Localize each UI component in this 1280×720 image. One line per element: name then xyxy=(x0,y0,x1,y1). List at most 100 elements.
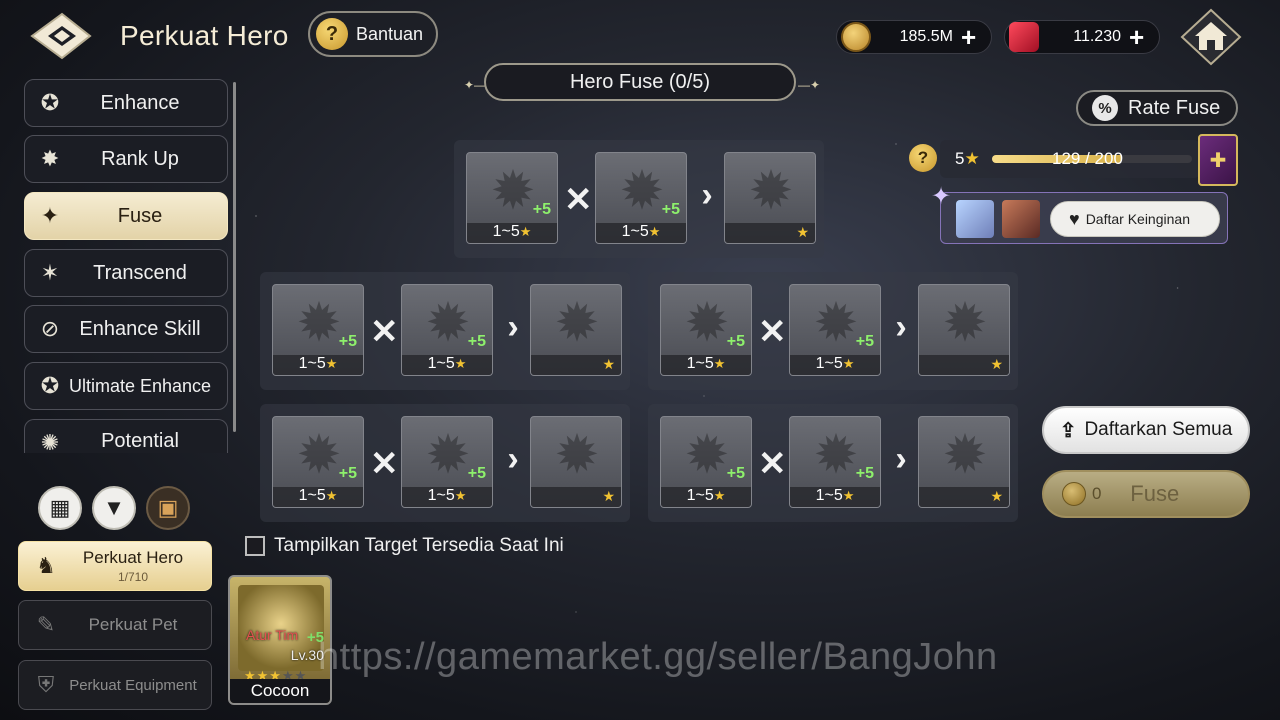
arrow-right-icon: › xyxy=(895,308,907,346)
add-gold-button[interactable]: + xyxy=(961,24,985,50)
empty-slot-emblem-icon: ✹ xyxy=(942,293,988,353)
fuse-result-slot[interactable]: ✹ ★ xyxy=(530,284,622,376)
tab-enhance-skill[interactable]: ⊘ Enhance Skill xyxy=(24,305,228,353)
slot-level: 1~5★ xyxy=(467,223,557,241)
add-gem-button[interactable]: + xyxy=(1129,24,1153,50)
sidebar-scrollbar[interactable] xyxy=(233,82,236,432)
category-perkuat-hero[interactable]: ♞ Perkuat Hero 1/710 xyxy=(18,541,212,591)
selection-help-icon[interactable]: ? xyxy=(909,144,937,172)
fuse-result-slot[interactable]: ✹ ★ xyxy=(918,284,1010,376)
slot-level-text: 1~5 xyxy=(621,223,649,240)
fuse-material-slot[interactable]: ✹ +5 1~5★ xyxy=(466,152,558,244)
hero-count: 1/710 xyxy=(117,570,149,584)
rate-fuse-button[interactable]: % Rate Fuse xyxy=(1076,90,1238,126)
category-label: Perkuat Hero xyxy=(82,548,184,567)
show-available-label: Tampilkan Target Tersedia Saat Ini xyxy=(274,535,564,556)
tab-label: Fuse xyxy=(117,204,163,227)
grid-icon: ▦ xyxy=(49,495,71,520)
slot-level-text: 1~5 xyxy=(427,355,455,372)
home-icon[interactable] xyxy=(1180,8,1242,66)
slot-level-text: 1~5 xyxy=(427,487,455,504)
slot-level: 1~5★ xyxy=(596,223,686,241)
category-perkuat-pet[interactable]: ✎ Perkuat Pet xyxy=(18,600,212,650)
fuse-group: ✹ +5 1~5★ ✕ ✹ +5 1~5★ › ✹ ★ xyxy=(648,272,1018,390)
tab-enhance[interactable]: ✪ Enhance xyxy=(24,79,228,127)
transcend-icon: ✶ xyxy=(40,260,60,285)
fuse-material-slot[interactable]: ✹ +5 1~5★ xyxy=(272,416,364,508)
fuse-group: ✹ +5 1~5★ ✕ ✹ +5 1~5★ › ✹ ★ xyxy=(648,404,1018,522)
register-all-button[interactable]: ⇪ Daftarkan Semua xyxy=(1042,406,1250,454)
category-label: Perkuat Equipment xyxy=(69,676,197,694)
multiply-icon: ✕ xyxy=(758,313,787,351)
slot-level: 1~5★ xyxy=(273,355,363,373)
fuse-material-slot[interactable]: ✹ +5 1~5★ xyxy=(789,284,881,376)
pet-icon: ✎ xyxy=(36,612,56,637)
star-icon: ★ xyxy=(602,356,615,372)
empty-slot-emblem-icon: ✹ xyxy=(942,425,988,485)
slot-plus: +5 xyxy=(532,201,551,218)
wishlist-button[interactable]: ♥ Daftar Keinginan xyxy=(1050,201,1220,237)
gold-currency: 185.5M + xyxy=(836,20,992,54)
arrow-right-icon: › xyxy=(507,440,519,478)
tab-potential[interactable]: ✺ Potential xyxy=(24,419,228,455)
sparkle-icon: ✦ xyxy=(931,183,952,210)
star-icon: ★ xyxy=(713,356,726,371)
wishlist-hero-avatar[interactable] xyxy=(1002,200,1040,238)
arrow-right-icon: › xyxy=(701,176,713,214)
ticket-card-icon[interactable]: ✚ xyxy=(1198,134,1238,186)
fuse-material-slot[interactable]: ✹ +5 1~5★ xyxy=(272,284,364,376)
upload-icon: ⇪ xyxy=(1059,419,1077,442)
skill-icon: ⊘ xyxy=(40,316,60,341)
gold-coin-icon xyxy=(841,22,871,52)
tab-rank-up[interactable]: ✸ Rank Up xyxy=(24,135,228,183)
gem-amount: 11.230 xyxy=(1073,28,1121,45)
star-icon: ★ xyxy=(990,356,1003,372)
filter-icon: ▼ xyxy=(103,495,125,520)
star-icon: ★ xyxy=(648,224,661,239)
hero-card[interactable]: Atur Tim +5 Lv.30 ★★★★★ Cocoon xyxy=(228,575,332,705)
slot-level-text: 1~5 xyxy=(298,355,326,372)
fuse-result-slot[interactable]: ✹ ★ xyxy=(530,416,622,508)
hero-name: Cocoon xyxy=(230,679,330,703)
tab-fuse[interactable]: ✦ Fuse xyxy=(24,192,228,240)
fuse-material-slot[interactable]: ✹ +5 1~5★ xyxy=(789,416,881,508)
star-icon: ★ xyxy=(796,224,809,240)
fuse-result-slot[interactable]: ✹ ★ xyxy=(918,416,1010,508)
ultimate-icon: ✪ xyxy=(40,373,60,398)
slot-level: 1~5★ xyxy=(402,355,492,373)
percent-icon: % xyxy=(1092,95,1118,121)
fuse-material-slot[interactable]: ✹ +5 1~5★ xyxy=(401,284,493,376)
tab-transcend[interactable]: ✶ Transcend xyxy=(24,249,228,297)
show-available-checkbox[interactable] xyxy=(245,536,265,556)
slot-level: 1~5★ xyxy=(790,355,880,373)
wishlist-hero-avatar[interactable] xyxy=(956,200,994,238)
tab-ultimate-enhance[interactable]: ✪ Ultimate Enhance xyxy=(24,362,228,410)
category-perkuat-equipment[interactable]: ⛨ Perkuat Equipment xyxy=(18,660,212,710)
fuse-material-slot[interactable]: ✹ +5 1~5★ xyxy=(660,284,752,376)
fuse-material-slot[interactable]: ✹ +5 1~5★ xyxy=(660,416,752,508)
slot-level-text: 1~5 xyxy=(815,355,843,372)
star-icon: ★ xyxy=(325,488,338,503)
slot-plus: +5 xyxy=(467,333,486,350)
slot-plus: +5 xyxy=(338,333,357,350)
empty-slot-emblem-icon: ✹ xyxy=(554,293,600,353)
fuse-material-slot[interactable]: ✹ +5 1~5★ xyxy=(401,416,493,508)
filter-button[interactable]: ▼ xyxy=(92,486,136,530)
fuse-result-slot[interactable]: ✹ ★ xyxy=(724,152,816,244)
fuse-button[interactable]: 0 Fuse xyxy=(1042,470,1250,518)
back-icon[interactable] xyxy=(28,8,94,64)
rank-up-icon: ✸ xyxy=(40,146,60,171)
wishlist-label: Daftar Keinginan xyxy=(1085,211,1190,227)
fuse-cost: 0 xyxy=(1092,484,1102,503)
slot-plus: +5 xyxy=(726,465,745,482)
enhance-icon: ✪ xyxy=(40,90,60,115)
slot-plus: +5 xyxy=(661,201,680,218)
watermark: https://gamemarket.gg/seller/BangJohn xyxy=(318,636,998,678)
tab-label: Rank Up xyxy=(101,147,179,170)
chest-button[interactable]: ▣ xyxy=(146,486,190,530)
grid-view-button[interactable]: ▦ xyxy=(38,486,82,530)
gem-currency: 11.230 + xyxy=(1004,20,1160,54)
help-button[interactable]: ? Bantuan xyxy=(308,11,438,57)
slot-level: 1~5★ xyxy=(661,355,751,373)
fuse-material-slot[interactable]: ✹ +5 1~5★ xyxy=(595,152,687,244)
